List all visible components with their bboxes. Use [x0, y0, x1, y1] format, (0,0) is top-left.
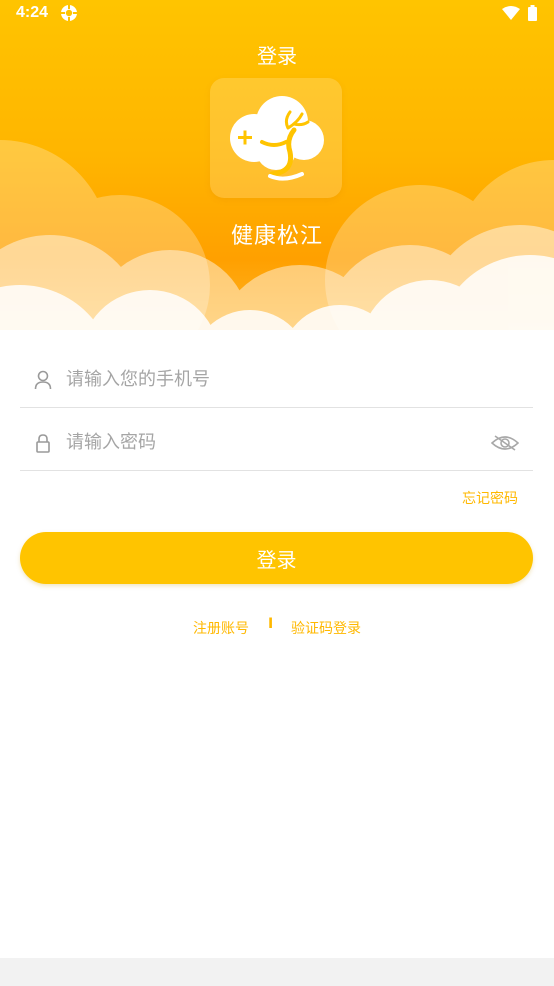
app-name: 健康松江: [230, 224, 323, 249]
header-banner: 4:24 登录 健康松江: [0, 0, 554, 346]
forgot-password-link[interactable]: 忘记密码: [462, 488, 518, 508]
eye-hidden-icon[interactable]: [491, 433, 519, 453]
login-button[interactable]: 登录: [20, 532, 533, 584]
phone-input[interactable]: [66, 360, 486, 398]
sms-login-link[interactable]: 验证码登录: [291, 618, 361, 638]
status-bar: 4:24: [0, 0, 554, 28]
password-input[interactable]: [66, 423, 486, 461]
status-time: 4:24: [16, 4, 49, 21]
wifi-icon: [502, 6, 520, 20]
app-logo: [210, 78, 342, 198]
page-title: 登录: [257, 44, 297, 68]
system-nav-bar: [0, 958, 554, 986]
links-divider: I: [268, 616, 274, 632]
user-icon: [34, 370, 52, 390]
battery-icon: [528, 5, 537, 21]
register-link[interactable]: 注册账号: [193, 618, 249, 638]
app-notification-icon: [61, 5, 77, 21]
lock-icon: [36, 434, 50, 453]
phone-field: [20, 346, 533, 408]
password-field: [20, 409, 533, 471]
deer-cloud-plus-icon: [230, 96, 324, 181]
